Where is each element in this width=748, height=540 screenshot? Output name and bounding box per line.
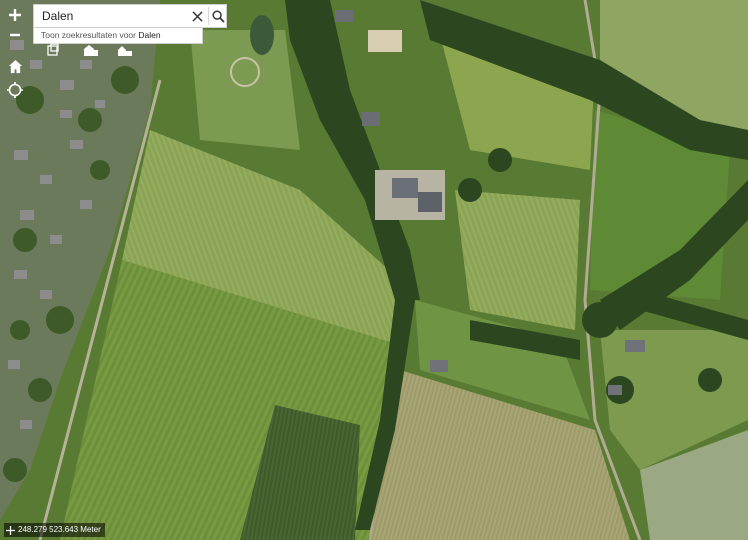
plus-icon: [9, 9, 21, 21]
search-input[interactable]: [34, 5, 190, 27]
crosshair-icon: [6, 525, 15, 535]
search-icon: [211, 9, 225, 23]
home-button[interactable]: [4, 55, 26, 77]
park-area: [190, 15, 300, 150]
locate-icon: [7, 82, 23, 98]
clear-search-button[interactable]: [186, 5, 208, 27]
minus-icon: [10, 33, 20, 37]
coordinate-text: 248.279 523.643 Meter: [18, 525, 101, 534]
home-icon: [8, 59, 22, 73]
house-icon: [84, 45, 98, 56]
buildings-button[interactable]: [80, 40, 102, 60]
aerial-map[interactable]: [0, 0, 748, 540]
zoom-in-button[interactable]: [4, 4, 26, 26]
parcels-button[interactable]: [114, 40, 136, 60]
barn-icon: [118, 46, 132, 56]
locate-button[interactable]: [4, 79, 26, 101]
suggestion-prefix: Toon zoekresultaten voor: [41, 30, 136, 40]
zoom-out-button[interactable]: [4, 24, 26, 46]
search-box: [33, 4, 227, 28]
search-button[interactable]: [209, 5, 227, 27]
layers-icon: [47, 43, 59, 56]
field-east: [455, 190, 580, 330]
suggestion-term: Dalen: [138, 30, 161, 40]
close-icon: [191, 10, 203, 22]
coordinate-readout: 248.279 523.643 Meter: [4, 523, 105, 537]
layers-button[interactable]: [42, 40, 64, 60]
